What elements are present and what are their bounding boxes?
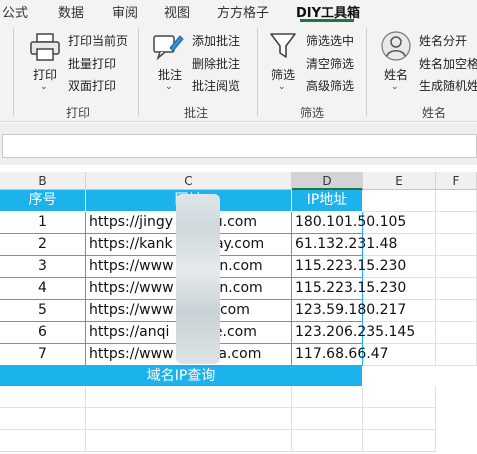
- table-row-no[interactable]: 7: [0, 344, 86, 366]
- empty-cell[interactable]: [292, 386, 363, 408]
- name-label: 姓名: [384, 68, 409, 82]
- table-row-no[interactable]: 4: [0, 278, 86, 300]
- empty-cell[interactable]: [363, 386, 436, 408]
- print-current-page[interactable]: 打印当前页: [68, 32, 128, 49]
- table-row-ip[interactable]: 117.68.66.47: [292, 344, 389, 366]
- empty-cell[interactable]: [292, 408, 363, 430]
- empty-cell[interactable]: [0, 408, 86, 430]
- empty-cell[interactable]: [436, 212, 477, 234]
- chevron-down-icon: ⌄: [391, 82, 399, 92]
- empty-cell[interactable]: [436, 256, 477, 278]
- group-separator: [366, 28, 367, 116]
- empty-cell[interactable]: [86, 430, 292, 452]
- empty-cell[interactable]: [436, 300, 477, 322]
- empty-cell[interactable]: [363, 430, 436, 452]
- column-header-c[interactable]: C: [86, 172, 292, 190]
- column-header-b[interactable]: B: [0, 172, 86, 190]
- chevron-down-icon: ⌄: [165, 82, 173, 92]
- table-row-ip[interactable]: 61.132.231.48: [292, 234, 397, 256]
- add-comment[interactable]: 添加批注: [192, 32, 240, 49]
- group-separator: [13, 28, 14, 116]
- group-separator: [138, 28, 139, 116]
- chevron-down-icon: ⌄: [278, 82, 286, 92]
- tab-view[interactable]: 视图: [164, 2, 190, 21]
- name-add-space[interactable]: 姓名加空格: [419, 55, 477, 72]
- filter-selected[interactable]: 筛选选中: [306, 32, 354, 49]
- ribbon-tab-bar: 公式 数据 审阅 视图 方方格子 DIY工具箱: [0, 0, 477, 22]
- generate-random-name[interactable]: 生成随机姓名: [419, 77, 477, 94]
- split-name[interactable]: 姓名分开: [419, 32, 467, 49]
- funnel-icon: [270, 33, 296, 58]
- empty-cell[interactable]: [0, 430, 86, 452]
- duplex-print[interactable]: 双面打印: [68, 77, 116, 94]
- empty-cell[interactable]: [436, 344, 477, 366]
- table-row-ip[interactable]: 180.101.50.105: [292, 212, 406, 234]
- column-header-e[interactable]: E: [363, 172, 436, 190]
- table-row-no[interactable]: 2: [0, 234, 86, 256]
- chevron-down-icon: ⌄: [40, 82, 48, 92]
- header-cell-no[interactable]: 序号: [0, 190, 86, 212]
- filter-label: 筛选: [271, 68, 296, 82]
- batch-print[interactable]: 批量打印: [68, 55, 116, 72]
- advanced-filter[interactable]: 高级筛选: [306, 77, 354, 94]
- group-separator: [257, 28, 258, 116]
- table-row-ip[interactable]: 123.59.180.217: [292, 300, 406, 322]
- empty-cell[interactable]: [363, 190, 436, 212]
- empty-cell[interactable]: [436, 234, 477, 256]
- empty-cell[interactable]: [436, 190, 477, 212]
- comment-group-label: 批注: [184, 106, 209, 120]
- print-group-label: 打印: [66, 106, 91, 120]
- delete-comment[interactable]: 删除批注: [192, 55, 240, 72]
- tab-fangfang[interactable]: 方方格子: [217, 2, 269, 21]
- spacer: [0, 165, 477, 172]
- empty-cell[interactable]: [436, 322, 477, 344]
- comment-pencil-icon: [153, 35, 184, 61]
- footer-merged-cell[interactable]: 域名IP查询: [0, 366, 362, 386]
- person-icon: [381, 31, 411, 61]
- table-row-ip[interactable]: 115.223.15.230: [292, 256, 406, 278]
- header-cell-ip[interactable]: IP地址: [292, 190, 363, 212]
- tab-formulas[interactable]: 公式: [2, 2, 28, 21]
- filter-group-label: 筛选: [300, 106, 325, 120]
- formula-bar-input[interactable]: [2, 134, 477, 158]
- table-row-no[interactable]: 6: [0, 322, 86, 344]
- comment-label: 批注: [158, 68, 183, 82]
- column-header-d[interactable]: D: [292, 172, 363, 190]
- name-group-label: 姓名: [422, 106, 447, 120]
- table-row-ip[interactable]: 123.206.235.145: [292, 322, 415, 344]
- table-row-ip[interactable]: 115.223.15.230: [292, 278, 406, 300]
- empty-cell[interactable]: [436, 278, 477, 300]
- empty-cell[interactable]: [363, 408, 436, 430]
- empty-cell[interactable]: [86, 408, 292, 430]
- worksheet-grid[interactable]: 序号 网址 IP地址 1 https://jingy idu.com 180.1…: [0, 190, 477, 454]
- empty-cell[interactable]: [0, 386, 86, 408]
- print-label: 打印: [33, 68, 58, 82]
- table-row-no[interactable]: 5: [0, 300, 86, 322]
- redaction-blur: [176, 194, 220, 364]
- ribbon: 打印 ⌄ 打印当前页 批量打印 双面打印 打印 批注 ⌄ 添加批注 删除批注 批…: [0, 22, 477, 122]
- browse-comments[interactable]: 批注阅览: [192, 77, 240, 94]
- table-row-no[interactable]: 3: [0, 256, 86, 278]
- column-header-f[interactable]: F: [436, 172, 477, 190]
- clear-filter[interactable]: 清空筛选: [306, 55, 354, 72]
- table-row-no[interactable]: 1: [0, 212, 86, 234]
- printer-icon: [30, 33, 60, 61]
- empty-cell[interactable]: [292, 430, 363, 452]
- empty-cell[interactable]: [86, 386, 292, 408]
- tab-data[interactable]: 数据: [58, 2, 84, 21]
- tab-review[interactable]: 审阅: [112, 2, 138, 21]
